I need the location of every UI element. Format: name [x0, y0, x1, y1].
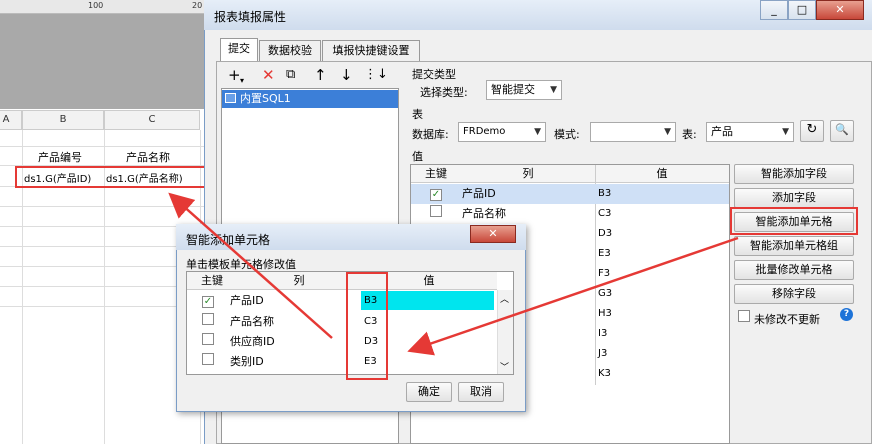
arrow-to-values — [407, 236, 739, 356]
annotation-arrows — [168, 192, 739, 356]
arrow-to-cells — [168, 192, 333, 339]
